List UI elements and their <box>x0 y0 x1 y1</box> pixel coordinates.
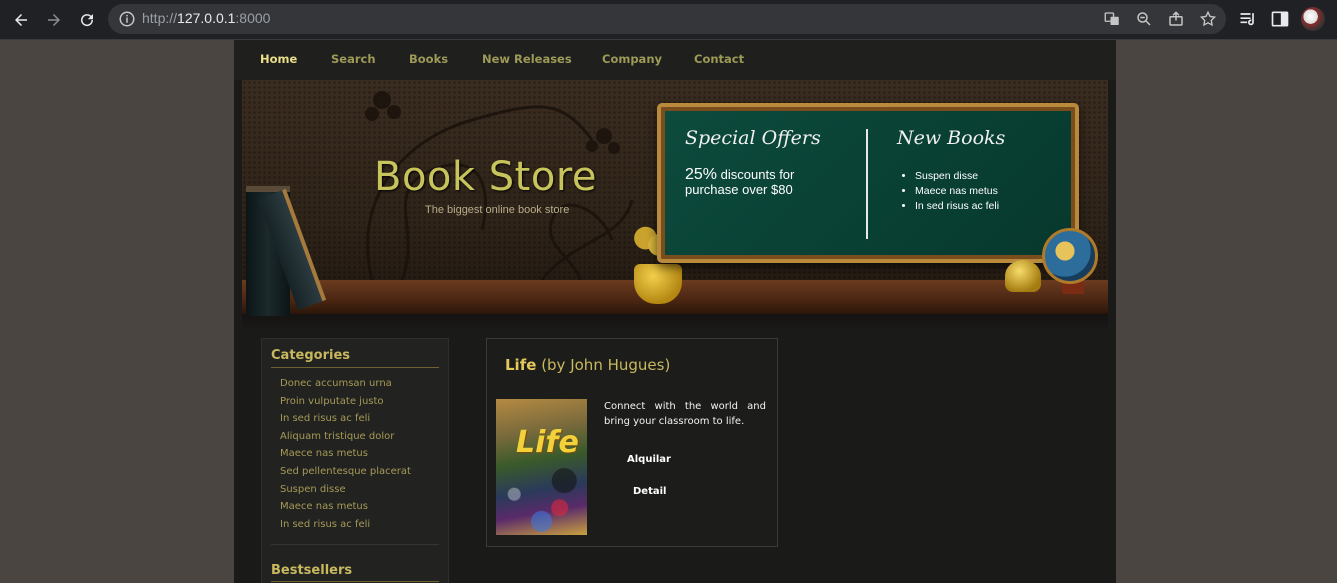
chalkboard: Special Offers 25% discounts for purchas… <box>657 103 1079 263</box>
url-text: http://127.0.0.1:8000 <box>142 10 271 26</box>
category-link[interactable]: Aliquam tristique dolor <box>280 430 411 448</box>
bell-decoration <box>1005 260 1041 292</box>
nav-contact[interactable]: Contact <box>694 52 744 66</box>
new-books-list: Suspen disse Maece nas metus In sed risu… <box>901 169 999 214</box>
new-book-item[interactable]: Maece nas metus <box>915 184 999 199</box>
new-book-item[interactable]: Suspen disse <box>915 169 999 184</box>
nav-search[interactable]: Search <box>331 52 376 66</box>
cover-title: Life <box>516 425 579 460</box>
categories-list: Donec accumsan urna Proin vulputate just… <box>280 377 411 535</box>
new-book-item[interactable]: In sed risus ac feli <box>915 199 999 214</box>
special-offers-text: 25% discounts for purchase over $80 <box>685 166 795 198</box>
flower-pot-decoration <box>634 264 682 304</box>
rent-button[interactable]: Alquilar <box>627 454 671 465</box>
forward-arrow-icon[interactable] <box>42 8 66 32</box>
chalkboard-divider <box>866 129 868 239</box>
bestsellers-heading: Bestsellers <box>271 563 353 578</box>
categories-heading: Categories <box>271 348 351 363</box>
header-banner: Book Store The biggest online book store… <box>242 80 1108 332</box>
nav-new-releases[interactable]: New Releases <box>482 52 572 66</box>
book-cover-image[interactable]: Life <box>496 399 587 535</box>
category-link[interactable]: Maece nas metus <box>280 447 411 465</box>
translate-icon[interactable] <box>1103 10 1121 28</box>
zoom-icon[interactable] <box>1135 10 1153 28</box>
reading-list-icon[interactable] <box>1238 9 1258 29</box>
globe-decoration <box>1042 228 1098 284</box>
page-container: Home Search Books New Releases Company C… <box>234 40 1116 583</box>
bookmark-star-icon[interactable] <box>1199 10 1217 28</box>
product-title: Life (by John Hugues) <box>505 356 671 374</box>
sidebar: Categories Donec accumsan urna Proin vul… <box>261 338 449 583</box>
site-info-icon[interactable] <box>118 10 136 28</box>
nav-home[interactable]: Home <box>260 52 297 66</box>
nav-books[interactable]: Books <box>409 52 448 66</box>
side-panel-icon[interactable] <box>1270 9 1290 29</box>
sidebar-divider <box>271 544 439 545</box>
address-bar[interactable]: http://127.0.0.1:8000 <box>108 4 1226 34</box>
share-icon[interactable] <box>1167 10 1185 28</box>
store-subtitle: The biggest online book store <box>425 204 570 216</box>
product-card: Life (by John Hugues) Life Connect with … <box>486 338 778 547</box>
heading-underline <box>271 367 439 368</box>
category-link[interactable]: Sed pellentesque placerat <box>280 465 411 483</box>
top-navigation: Home Search Books New Releases Company C… <box>234 40 1116 80</box>
reload-icon[interactable] <box>75 8 99 32</box>
profile-avatar[interactable] <box>1301 7 1325 31</box>
new-books-title: New Books <box>897 127 1006 149</box>
special-offers-title: Special Offers <box>685 127 821 149</box>
store-title: Book Store <box>374 154 597 200</box>
product-description: Connect with the world and bring your cl… <box>604 401 766 427</box>
category-link[interactable]: In sed risus ac feli <box>280 412 411 430</box>
back-arrow-icon[interactable] <box>9 8 33 32</box>
category-link[interactable]: Maece nas metus <box>280 500 411 518</box>
category-link[interactable]: Suspen disse <box>280 483 411 501</box>
nav-company[interactable]: Company <box>602 52 662 66</box>
detail-button[interactable]: Detail <box>633 486 666 497</box>
browser-toolbar: http://127.0.0.1:8000 <box>0 0 1337 40</box>
heading-underline <box>271 581 439 582</box>
category-link[interactable]: In sed risus ac feli <box>280 518 411 536</box>
category-link[interactable]: Proin vulputate justo <box>280 395 411 413</box>
category-link[interactable]: Donec accumsan urna <box>280 377 411 395</box>
